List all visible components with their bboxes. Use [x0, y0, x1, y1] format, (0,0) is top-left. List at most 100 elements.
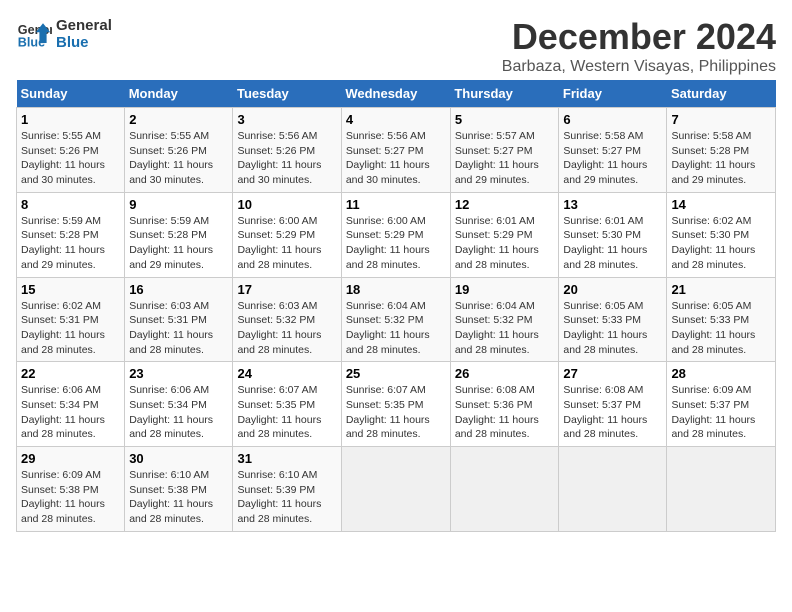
table-row: 14 Sunrise: 6:02 AM Sunset: 5:30 PM Dayl…: [667, 192, 776, 277]
table-row: 27 Sunrise: 6:08 AM Sunset: 5:37 PM Dayl…: [559, 362, 667, 447]
day-number: 3: [237, 112, 336, 127]
logo: General Blue General Blue: [16, 16, 112, 52]
table-row: 18 Sunrise: 6:04 AM Sunset: 5:32 PM Dayl…: [341, 277, 450, 362]
day-info: Sunrise: 6:08 AM Sunset: 5:36 PM Dayligh…: [455, 383, 555, 442]
day-number: 30: [129, 451, 228, 466]
table-row: 21 Sunrise: 6:05 AM Sunset: 5:33 PM Dayl…: [667, 277, 776, 362]
day-number: 4: [346, 112, 446, 127]
subtitle: Barbaza, Western Visayas, Philippines: [502, 58, 776, 76]
table-row: 24 Sunrise: 6:07 AM Sunset: 5:35 PM Dayl…: [233, 362, 341, 447]
day-number: 27: [563, 366, 662, 381]
day-number: 28: [671, 366, 771, 381]
main-title: December 2024: [502, 16, 776, 58]
table-row: 9 Sunrise: 5:59 AM Sunset: 5:28 PM Dayli…: [125, 192, 233, 277]
table-row: 25 Sunrise: 6:07 AM Sunset: 5:35 PM Dayl…: [341, 362, 450, 447]
day-info: Sunrise: 6:07 AM Sunset: 5:35 PM Dayligh…: [346, 383, 446, 442]
day-number: 29: [21, 451, 120, 466]
day-number: 9: [129, 197, 228, 212]
table-row: 16 Sunrise: 6:03 AM Sunset: 5:31 PM Dayl…: [125, 277, 233, 362]
table-row: 2 Sunrise: 5:55 AM Sunset: 5:26 PM Dayli…: [125, 108, 233, 193]
table-row: [341, 447, 450, 532]
table-row: 4 Sunrise: 5:56 AM Sunset: 5:27 PM Dayli…: [341, 108, 450, 193]
day-number: 18: [346, 282, 446, 297]
day-number: 23: [129, 366, 228, 381]
table-row: [667, 447, 776, 532]
day-info: Sunrise: 5:59 AM Sunset: 5:28 PM Dayligh…: [129, 214, 228, 273]
header-saturday: Saturday: [667, 80, 776, 108]
day-info: Sunrise: 6:03 AM Sunset: 5:32 PM Dayligh…: [237, 299, 336, 358]
calendar-week-5: 29 Sunrise: 6:09 AM Sunset: 5:38 PM Dayl…: [17, 447, 776, 532]
header-monday: Monday: [125, 80, 233, 108]
table-row: 11 Sunrise: 6:00 AM Sunset: 5:29 PM Dayl…: [341, 192, 450, 277]
day-info: Sunrise: 6:05 AM Sunset: 5:33 PM Dayligh…: [563, 299, 662, 358]
calendar-week-2: 8 Sunrise: 5:59 AM Sunset: 5:28 PM Dayli…: [17, 192, 776, 277]
table-row: 12 Sunrise: 6:01 AM Sunset: 5:29 PM Dayl…: [450, 192, 559, 277]
day-number: 22: [21, 366, 120, 381]
table-row: 26 Sunrise: 6:08 AM Sunset: 5:36 PM Dayl…: [450, 362, 559, 447]
logo-icon: General Blue: [16, 16, 52, 52]
day-number: 8: [21, 197, 120, 212]
title-block: December 2024 Barbaza, Western Visayas, …: [502, 16, 776, 76]
header-sunday: Sunday: [17, 80, 125, 108]
day-info: Sunrise: 5:56 AM Sunset: 5:26 PM Dayligh…: [237, 129, 336, 188]
day-number: 16: [129, 282, 228, 297]
header-tuesday: Tuesday: [233, 80, 341, 108]
day-info: Sunrise: 6:02 AM Sunset: 5:30 PM Dayligh…: [671, 214, 771, 273]
table-row: 29 Sunrise: 6:09 AM Sunset: 5:38 PM Dayl…: [17, 447, 125, 532]
day-info: Sunrise: 6:04 AM Sunset: 5:32 PM Dayligh…: [455, 299, 555, 358]
calendar-week-4: 22 Sunrise: 6:06 AM Sunset: 5:34 PM Dayl…: [17, 362, 776, 447]
day-info: Sunrise: 5:58 AM Sunset: 5:27 PM Dayligh…: [563, 129, 662, 188]
table-row: 8 Sunrise: 5:59 AM Sunset: 5:28 PM Dayli…: [17, 192, 125, 277]
day-number: 20: [563, 282, 662, 297]
day-info: Sunrise: 5:55 AM Sunset: 5:26 PM Dayligh…: [21, 129, 120, 188]
logo-line1: General: [56, 17, 112, 34]
day-number: 19: [455, 282, 555, 297]
table-row: 5 Sunrise: 5:57 AM Sunset: 5:27 PM Dayli…: [450, 108, 559, 193]
calendar-week-3: 15 Sunrise: 6:02 AM Sunset: 5:31 PM Dayl…: [17, 277, 776, 362]
day-info: Sunrise: 5:59 AM Sunset: 5:28 PM Dayligh…: [21, 214, 120, 273]
header-wednesday: Wednesday: [341, 80, 450, 108]
day-number: 24: [237, 366, 336, 381]
calendar-week-1: 1 Sunrise: 5:55 AM Sunset: 5:26 PM Dayli…: [17, 108, 776, 193]
table-row: 23 Sunrise: 6:06 AM Sunset: 5:34 PM Dayl…: [125, 362, 233, 447]
day-info: Sunrise: 6:07 AM Sunset: 5:35 PM Dayligh…: [237, 383, 336, 442]
day-number: 17: [237, 282, 336, 297]
day-info: Sunrise: 6:01 AM Sunset: 5:30 PM Dayligh…: [563, 214, 662, 273]
day-info: Sunrise: 6:00 AM Sunset: 5:29 PM Dayligh…: [237, 214, 336, 273]
day-info: Sunrise: 6:06 AM Sunset: 5:34 PM Dayligh…: [21, 383, 120, 442]
table-row: 30 Sunrise: 6:10 AM Sunset: 5:38 PM Dayl…: [125, 447, 233, 532]
day-info: Sunrise: 6:09 AM Sunset: 5:37 PM Dayligh…: [671, 383, 771, 442]
day-info: Sunrise: 6:04 AM Sunset: 5:32 PM Dayligh…: [346, 299, 446, 358]
table-row: 20 Sunrise: 6:05 AM Sunset: 5:33 PM Dayl…: [559, 277, 667, 362]
day-info: Sunrise: 6:10 AM Sunset: 5:38 PM Dayligh…: [129, 468, 228, 527]
day-number: 10: [237, 197, 336, 212]
header-thursday: Thursday: [450, 80, 559, 108]
table-row: [450, 447, 559, 532]
day-number: 14: [671, 197, 771, 212]
day-number: 26: [455, 366, 555, 381]
day-number: 6: [563, 112, 662, 127]
table-row: 17 Sunrise: 6:03 AM Sunset: 5:32 PM Dayl…: [233, 277, 341, 362]
table-row: 19 Sunrise: 6:04 AM Sunset: 5:32 PM Dayl…: [450, 277, 559, 362]
day-info: Sunrise: 6:05 AM Sunset: 5:33 PM Dayligh…: [671, 299, 771, 358]
day-number: 11: [346, 197, 446, 212]
day-number: 7: [671, 112, 771, 127]
table-row: 28 Sunrise: 6:09 AM Sunset: 5:37 PM Dayl…: [667, 362, 776, 447]
header-friday: Friday: [559, 80, 667, 108]
day-number: 15: [21, 282, 120, 297]
day-number: 2: [129, 112, 228, 127]
table-row: 13 Sunrise: 6:01 AM Sunset: 5:30 PM Dayl…: [559, 192, 667, 277]
day-info: Sunrise: 5:57 AM Sunset: 5:27 PM Dayligh…: [455, 129, 555, 188]
table-row: 6 Sunrise: 5:58 AM Sunset: 5:27 PM Dayli…: [559, 108, 667, 193]
day-number: 25: [346, 366, 446, 381]
day-number: 13: [563, 197, 662, 212]
day-number: 5: [455, 112, 555, 127]
day-info: Sunrise: 6:00 AM Sunset: 5:29 PM Dayligh…: [346, 214, 446, 273]
day-info: Sunrise: 6:01 AM Sunset: 5:29 PM Dayligh…: [455, 214, 555, 273]
table-row: 1 Sunrise: 5:55 AM Sunset: 5:26 PM Dayli…: [17, 108, 125, 193]
day-info: Sunrise: 6:06 AM Sunset: 5:34 PM Dayligh…: [129, 383, 228, 442]
day-number: 21: [671, 282, 771, 297]
day-info: Sunrise: 6:03 AM Sunset: 5:31 PM Dayligh…: [129, 299, 228, 358]
day-info: Sunrise: 6:02 AM Sunset: 5:31 PM Dayligh…: [21, 299, 120, 358]
table-row: 3 Sunrise: 5:56 AM Sunset: 5:26 PM Dayli…: [233, 108, 341, 193]
